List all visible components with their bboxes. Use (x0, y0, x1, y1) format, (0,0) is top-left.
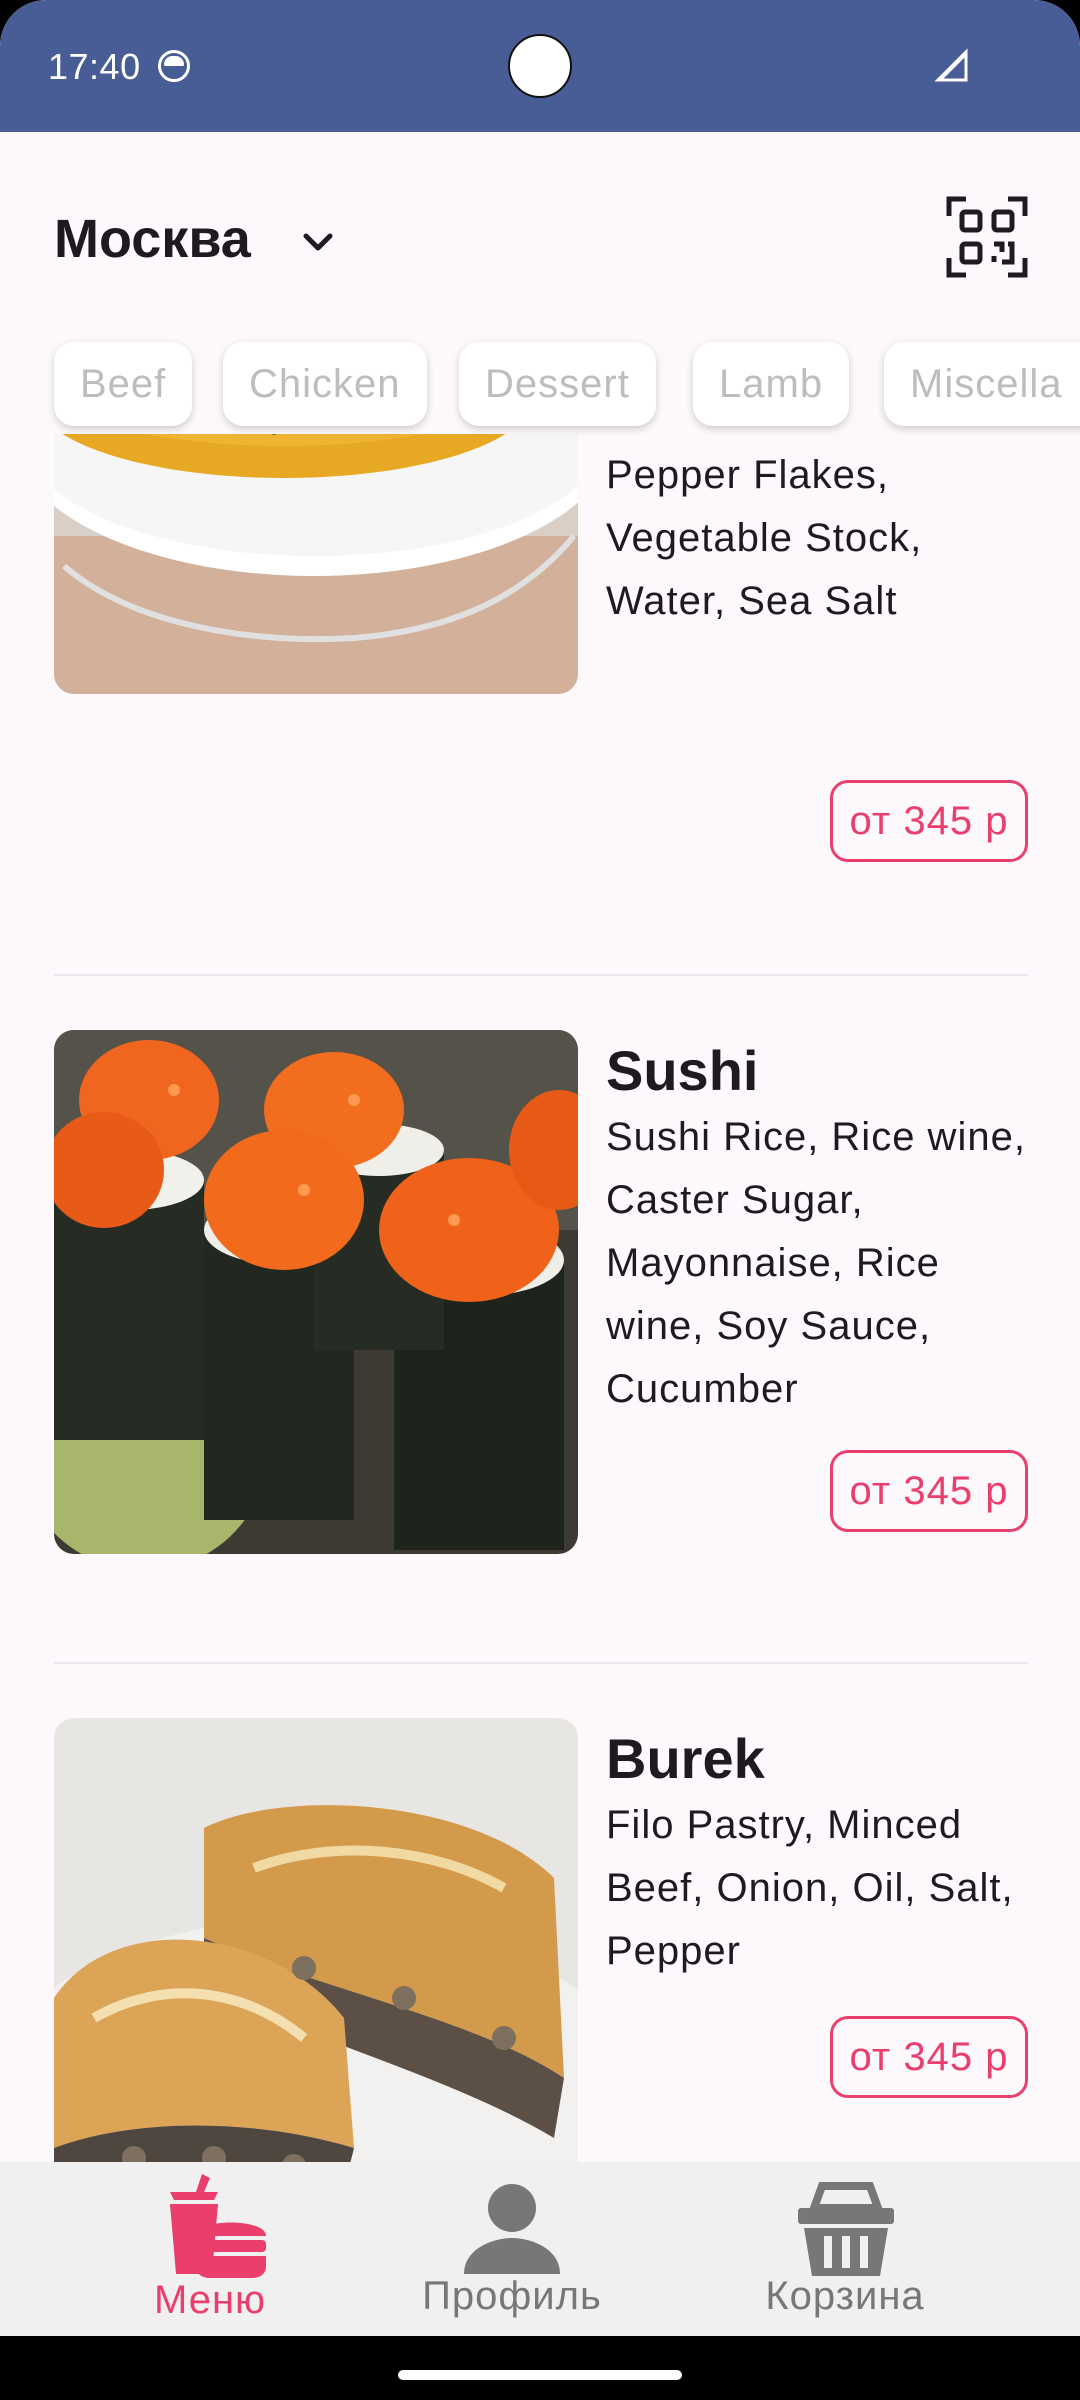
food-icon (170, 2174, 266, 2278)
price-button[interactable]: от 345 р (830, 2016, 1028, 2098)
chevron-down-icon[interactable] (298, 222, 338, 262)
gesture-bar (0, 2336, 1080, 2400)
bottom-navigation: Меню Профиль Корзина (0, 2162, 1080, 2336)
nav-label-menu: Меню (153, 2278, 267, 2322)
soup-image (54, 434, 578, 694)
nav-label-cart: Корзина (765, 2274, 925, 2318)
sushi-image (54, 1030, 578, 1554)
nav-item-cart[interactable]: Корзина (740, 2162, 950, 2336)
nav-item-menu[interactable]: Меню (120, 2162, 300, 2336)
price-button[interactable]: от 345 р (830, 780, 1028, 862)
category-chips: Beef Chicken Dessert Lamb Miscella (0, 340, 1080, 434)
camera-cutout (508, 34, 572, 98)
chip-miscellaneous[interactable]: Miscella (884, 342, 1080, 426)
home-gesture-handle[interactable] (398, 2370, 682, 2380)
dish-title: Sushi (606, 1039, 759, 1102)
status-time: 17:40 (48, 46, 141, 87)
signal-icon (934, 48, 968, 82)
dish-card[interactable]: Sushi Sushi Rice, Rice wine, Caster Suga… (54, 1030, 1028, 1650)
burek-image (54, 1718, 578, 2162)
nav-label-profile: Профиль (422, 2274, 602, 2318)
status-bar: 17:40 (0, 0, 1080, 132)
notification-face-icon (158, 50, 190, 82)
chip-dessert[interactable]: Dessert (459, 342, 656, 426)
person-icon (464, 2184, 560, 2274)
dish-description: Sushi Rice, Rice wine, Caster Sugar, May… (606, 1115, 1026, 1411)
price-button[interactable]: от 345 р (830, 1450, 1028, 1532)
chip-beef[interactable]: Beef (54, 342, 193, 426)
divider (54, 1662, 1028, 1664)
dish-card[interactable]: Burek Filo Pastry, Minced Beef, Onion, O… (54, 1718, 1028, 2162)
dish-description: Filo Pastry, Minced Beef, Onion, Oil, Sa… (606, 1803, 1014, 1973)
basket-icon (798, 2182, 894, 2276)
chip-chicken[interactable]: Chicken (223, 342, 427, 426)
dish-description: Paprika, Mint, Thyme, Black Pepper, Red … (606, 453, 923, 623)
qr-scan-icon[interactable] (946, 196, 1028, 278)
dish-card[interactable]: Paprika, Mint, Thyme, Black Pepper, Red … (54, 434, 1028, 996)
app-screen: 17:40 Москва Beef Chicken Dessert Lamb M… (0, 0, 1080, 2400)
chip-lamb[interactable]: Lamb (693, 342, 850, 426)
dish-title: Burek (606, 1727, 765, 1790)
divider (54, 974, 1028, 976)
dish-list[interactable]: Paprika, Mint, Thyme, Black Pepper, Red … (0, 434, 1080, 2162)
nav-item-profile[interactable]: Профиль (402, 2162, 622, 2336)
city-selector[interactable]: Москва (54, 208, 251, 270)
